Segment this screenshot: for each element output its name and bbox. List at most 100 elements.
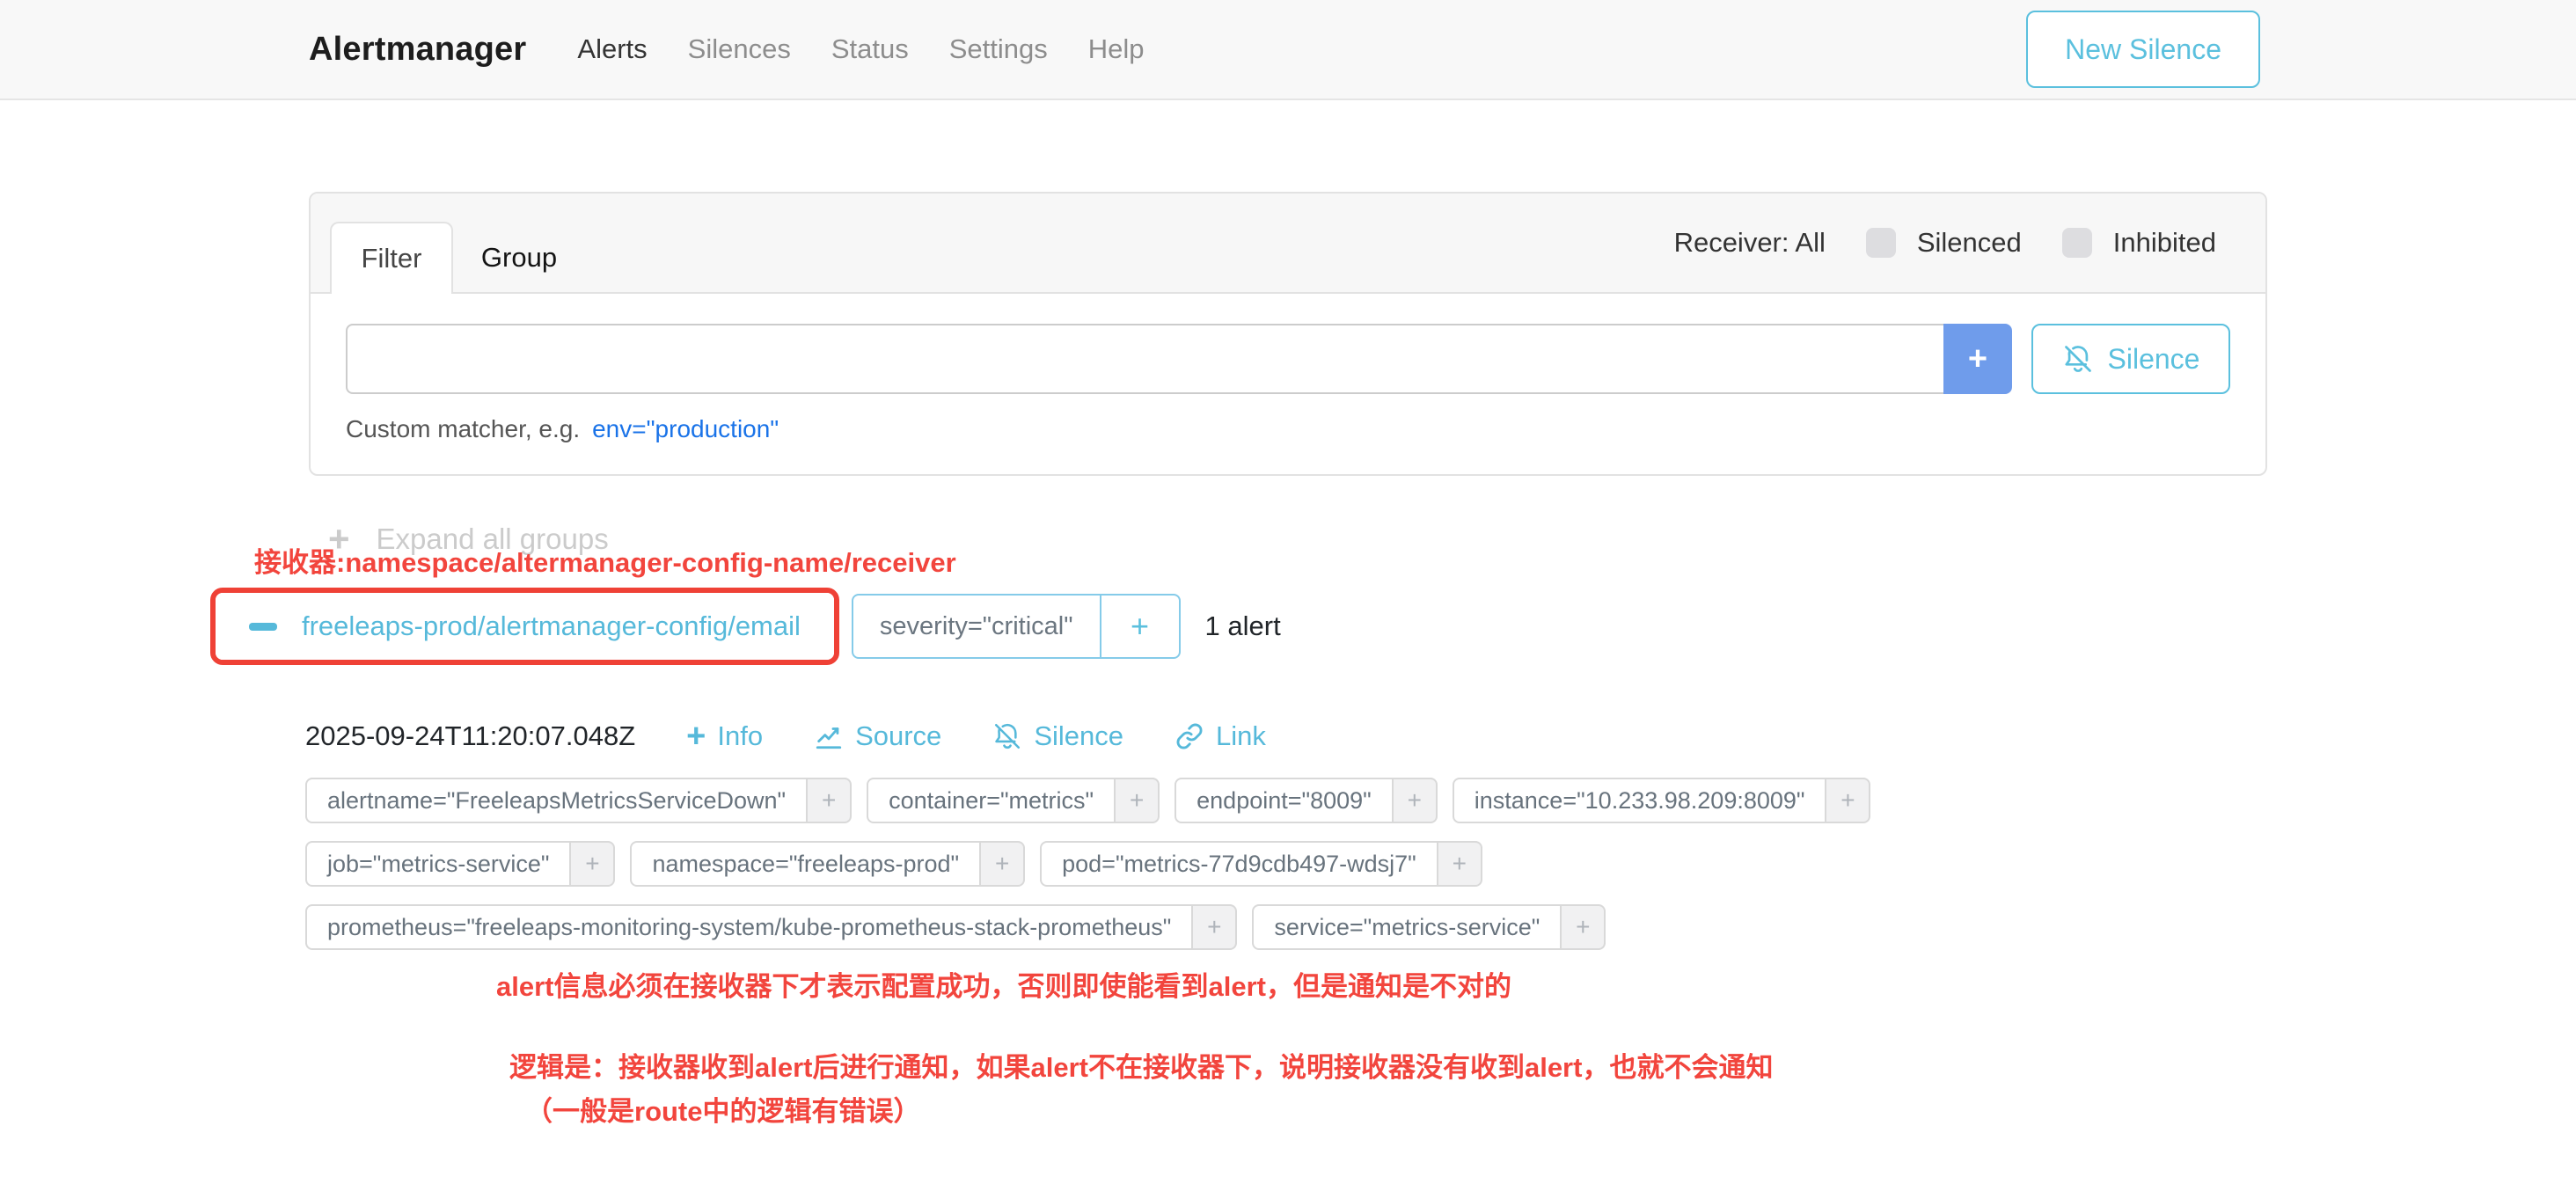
custom-matcher-hint: Custom matcher, e.g. env="production" <box>346 415 2230 443</box>
tab-filter[interactable]: Filter <box>330 222 453 294</box>
label-tag: instance="10.233.98.209:8009" + <box>1453 778 1871 823</box>
label-text: pod="metrics-77d9cdb497-wdsj7" <box>1040 841 1438 887</box>
filter-header-controls: Receiver: All Silenced Inhibited <box>1674 194 2216 292</box>
silenced-filter[interactable]: Silenced <box>1866 227 2022 259</box>
matcher-input-row: + Silence <box>346 324 2230 394</box>
label-add-button[interactable]: + <box>1394 778 1438 823</box>
label-tag: prometheus="freeleaps-monitoring-system/… <box>305 904 1237 950</box>
annotation-note-2: 逻辑是：接收器收到alert后进行通知，如果alert不在接收器下，说明接收器没… <box>509 1045 1773 1085</box>
silenced-checkbox[interactable] <box>1866 228 1896 258</box>
info-label: Info <box>717 720 763 752</box>
matcher-input[interactable] <box>346 324 1943 394</box>
label-tag: endpoint="8009" + <box>1175 778 1438 823</box>
filter-panel: Filter Group Receiver: All Silenced Inhi… <box>309 192 2267 476</box>
alert-count: 1 alert <box>1205 610 1281 642</box>
label-text: prometheus="freeleaps-monitoring-system/… <box>305 904 1193 950</box>
alert-source-link[interactable]: Source <box>814 720 941 752</box>
top-navbar: Alertmanager Alerts Silences Status Sett… <box>0 0 2576 100</box>
annotation-receiver-note: 接收器:namespace/altermanager-config-name/r… <box>254 540 956 580</box>
chart-icon <box>814 721 844 751</box>
group-key-tag: severity="critical" + <box>852 594 1181 659</box>
group-key-label: severity="critical" <box>853 596 1101 657</box>
group-key-add-button[interactable]: + <box>1101 596 1179 657</box>
inhibited-checkbox[interactable] <box>2062 228 2092 258</box>
alert-link-button[interactable]: Link <box>1175 720 1266 752</box>
nav-links: Alerts Silences Status Settings Help <box>577 33 1144 65</box>
silence-filter-button[interactable]: Silence <box>2031 324 2230 394</box>
label-text: instance="10.233.98.209:8009" <box>1453 778 1827 823</box>
labels-row: alertname="FreeleapsMetricsServiceDown" … <box>305 778 1870 823</box>
label-tag: job="metrics-service" + <box>305 841 615 887</box>
label-text: endpoint="8009" <box>1175 778 1394 823</box>
label-add-button[interactable]: + <box>981 841 1025 887</box>
nav-link-alerts[interactable]: Alerts <box>577 33 647 65</box>
alert-timestamp: 2025-09-24T11:20:07.048Z <box>305 720 635 752</box>
tab-group[interactable]: Group <box>453 222 585 294</box>
silence-filter-label: Silence <box>2108 343 2200 376</box>
receiver-filter-label[interactable]: Receiver: All <box>1674 227 1826 259</box>
alert-meta-row: 2025-09-24T11:20:07.048Z + Info Source <box>305 720 1266 753</box>
silenced-label: Silenced <box>1917 227 2022 259</box>
bell-slash-icon <box>992 721 1022 751</box>
receiver-group-toggle[interactable]: freeleaps-prod/alertmanager-config/email <box>216 593 834 660</box>
nav-link-status[interactable]: Status <box>831 33 909 65</box>
alertmanager-page: Alertmanager Alerts Silences Status Sett… <box>0 0 2576 1184</box>
annotation-note-3: （一般是route中的逻辑有错误） <box>525 1089 921 1129</box>
label-text: container="metrics" <box>867 778 1116 823</box>
alert-info-button[interactable]: + Info <box>686 720 763 753</box>
hint-text: Custom matcher, e.g. <box>346 415 580 443</box>
source-label: Source <box>855 720 941 752</box>
plus-icon: + <box>686 720 706 753</box>
app-brand[interactable]: Alertmanager <box>309 31 526 69</box>
label-text: alertname="FreeleapsMetricsServiceDown" <box>305 778 808 823</box>
plus-icon: + <box>1841 786 1855 815</box>
label-tag: alertname="FreeleapsMetricsServiceDown" … <box>305 778 852 823</box>
inhibited-label: Inhibited <box>2113 227 2216 259</box>
add-matcher-button[interactable]: + <box>1943 324 2012 394</box>
receiver-group-row: freeleaps-prod/alertmanager-config/email… <box>210 588 1281 665</box>
filter-panel-body: + Silence Custom matcher, e.g. <box>311 294 2265 443</box>
label-add-button[interactable]: + <box>1562 904 1606 950</box>
label-add-button[interactable]: + <box>808 778 852 823</box>
new-silence-button[interactable]: New Silence <box>2026 11 2260 88</box>
label-text: job="metrics-service" <box>305 841 571 887</box>
link-icon <box>1175 721 1204 751</box>
filter-panel-header: Filter Group Receiver: All Silenced Inhi… <box>311 194 2265 294</box>
receiver-group-name: freeleaps-prod/alertmanager-config/email <box>302 610 801 642</box>
plus-icon: + <box>1968 342 1987 376</box>
annotation-red-box: freeleaps-prod/alertmanager-config/email <box>210 588 839 665</box>
minus-icon <box>249 623 277 631</box>
label-add-button[interactable]: + <box>571 841 615 887</box>
label-text: service="metrics-service" <box>1252 904 1562 950</box>
annotation-note-1: alert信息必须在接收器下才表示配置成功，否则即使能看到alert，但是通知是… <box>496 964 1511 1004</box>
inhibited-filter[interactable]: Inhibited <box>2062 227 2216 259</box>
plus-icon: + <box>995 850 1009 878</box>
label-tag: pod="metrics-77d9cdb497-wdsj7" + <box>1040 841 1482 887</box>
nav-link-silences[interactable]: Silences <box>688 33 791 65</box>
plus-icon: + <box>1453 850 1467 878</box>
plus-icon: + <box>585 850 599 878</box>
alert-labels: alertname="FreeleapsMetricsServiceDown" … <box>305 778 1870 950</box>
label-add-button[interactable]: + <box>1826 778 1870 823</box>
bell-slash-icon <box>2062 343 2094 375</box>
nav-link-help[interactable]: Help <box>1088 33 1145 65</box>
link-label: Link <box>1216 720 1266 752</box>
plus-icon: + <box>1576 913 1590 941</box>
plus-icon: + <box>822 786 836 815</box>
alert-silence-button[interactable]: Silence <box>992 720 1123 752</box>
labels-row: job="metrics-service" + namespace="freel… <box>305 841 1870 887</box>
matcher-example-link[interactable]: env="production" <box>592 415 779 443</box>
plus-icon: + <box>1131 608 1149 645</box>
label-add-button[interactable]: + <box>1438 841 1482 887</box>
label-tag: namespace="freeleaps-prod" + <box>630 841 1025 887</box>
silence-label: Silence <box>1034 720 1123 752</box>
labels-row: prometheus="freeleaps-monitoring-system/… <box>305 904 1870 950</box>
label-add-button[interactable]: + <box>1193 904 1237 950</box>
label-tag: service="metrics-service" + <box>1252 904 1606 950</box>
plus-icon: + <box>1130 786 1144 815</box>
label-add-button[interactable]: + <box>1116 778 1160 823</box>
label-tag: container="metrics" + <box>867 778 1160 823</box>
plus-icon: + <box>1408 786 1422 815</box>
nav-link-settings[interactable]: Settings <box>949 33 1048 65</box>
plus-icon: + <box>1207 913 1221 941</box>
